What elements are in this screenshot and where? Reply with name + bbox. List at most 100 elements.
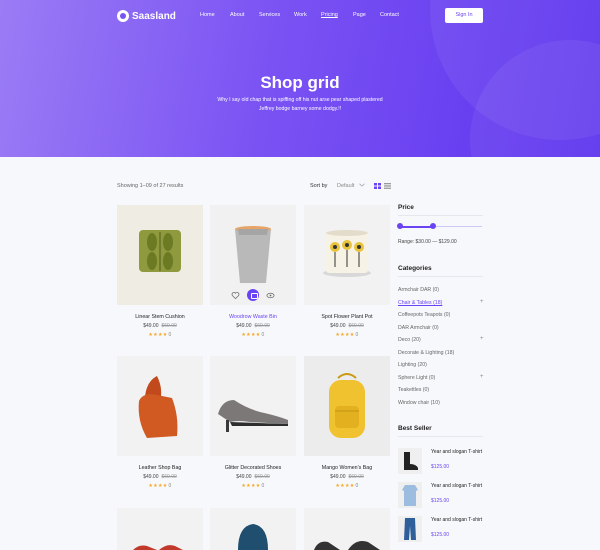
divider [398, 215, 483, 216]
expand-icon[interactable]: + [480, 299, 484, 305]
best-seller-title[interactable]: Year and slogan T-shirt [431, 449, 486, 456]
product-name[interactable]: Leather Shop Bag [117, 465, 203, 471]
category-item[interactable]: DAR Armchair (0) [398, 325, 439, 331]
best-seller-item[interactable]: Year and slogan T-shirt $125.00 [398, 516, 488, 544]
brand-name: Saasland [132, 10, 176, 22]
product-name[interactable]: Glitter Decorated Shoes [210, 465, 296, 471]
product-image[interactable] [304, 205, 390, 305]
nav-contact[interactable]: Contact [380, 12, 399, 18]
add-to-cart-button[interactable] [247, 289, 259, 301]
product-price: $49.00 $69.00 [143, 474, 177, 480]
red-shoe-image [133, 545, 183, 550]
results-count: Showing 1–09 of 27 results [117, 183, 184, 189]
category-item[interactable]: Decorate & Lighting (18) [398, 350, 454, 356]
price-range-text: Range: $30.00 — $129.00 [398, 239, 457, 245]
shirt-thumbnail [398, 482, 422, 508]
best-seller-title[interactable]: Year and slogan T-shirt [431, 517, 486, 524]
product-price: $49.00 $69.00 [330, 323, 364, 329]
product-rating: ★★★★0 [241, 483, 265, 489]
nav-services[interactable]: Services [259, 12, 280, 18]
product-image[interactable] [117, 356, 203, 456]
product-card[interactable]: Linear Stem Cushion $49.00 $69.00 ★★★★0 [117, 205, 203, 338]
sort-label: Sort by [310, 183, 328, 189]
price-slider-max-handle[interactable] [430, 223, 436, 229]
price-slider-min-handle[interactable] [397, 223, 403, 229]
cushion-image [139, 230, 181, 272]
price-heading: Price [398, 204, 414, 211]
category-item[interactable]: Deco (20) [398, 337, 421, 343]
plant-pot-image [323, 230, 371, 277]
product-image[interactable] [117, 508, 203, 550]
product-image[interactable] [210, 205, 296, 305]
category-item[interactable]: Sphere Light (0) [398, 375, 435, 381]
product-rating: ★★★★0 [148, 332, 172, 338]
divider [398, 276, 483, 277]
expand-icon[interactable]: + [480, 336, 484, 342]
product-card[interactable]: Leather Shop Bag $49.00 $69.00 ★★★★0 [117, 356, 203, 489]
product-card[interactable]: Spot Flower Plant Pot $49.00 $69.00 ★★★★0 [304, 205, 390, 338]
product-image[interactable] [304, 508, 390, 550]
category-item[interactable]: Teakettles (0) [398, 387, 429, 393]
category-item[interactable]: Window chair (10) [398, 400, 440, 406]
leather-bag-image [138, 376, 178, 438]
product-image[interactable] [304, 356, 390, 456]
backpack-image [329, 373, 365, 438]
best-seller-price: $125.00 [431, 532, 450, 538]
product-image[interactable] [117, 205, 203, 305]
product-name[interactable]: Spot Flower Plant Pot [304, 314, 390, 320]
divider [398, 436, 483, 437]
product-name[interactable]: Mango Women's Bag [304, 465, 390, 471]
top-navbar: Saasland Home About Services Work Pricin… [0, 0, 600, 32]
price-slider-range [400, 225, 433, 228]
product-image[interactable] [210, 508, 296, 550]
best-seller-title[interactable]: Year and slogan T-shirt [431, 483, 486, 490]
categories-heading: Categories [398, 265, 432, 272]
shop-content [0, 157, 600, 550]
expand-icon[interactable]: + [480, 374, 484, 380]
page-title: Shop grid [260, 73, 340, 92]
brand-logo[interactable]: Saasland [117, 10, 176, 22]
eye-icon[interactable] [266, 291, 275, 300]
product-rating: ★★★★0 [335, 483, 359, 489]
list-view-icon[interactable] [384, 183, 391, 189]
shoe-image [218, 400, 288, 432]
product-price: $49.00 $69.00 [236, 323, 270, 329]
product-card[interactable] [210, 508, 296, 550]
sign-in-button[interactable]: Sign In [445, 8, 483, 23]
chair-image [238, 524, 268, 550]
category-item[interactable]: Chair & Tables (18) [398, 300, 442, 306]
category-item[interactable]: Armchair DAR (0) [398, 287, 439, 293]
product-name[interactable]: Woodrow Waste Bin [210, 314, 296, 320]
sort-value: Default [337, 183, 355, 189]
best-seller-heading: Best Seller [398, 425, 432, 432]
boot-thumbnail [398, 448, 422, 474]
best-seller-price: $125.00 [431, 464, 450, 470]
nav-home[interactable]: Home [200, 12, 215, 18]
category-item[interactable]: Lighting (20) [398, 362, 427, 368]
nav-work[interactable]: Work [294, 12, 307, 18]
nav-page[interactable]: Page [353, 12, 366, 18]
nav-pricing[interactable]: Pricing [321, 12, 338, 18]
page-subtitle: Why I say old chap that is spiffing off … [217, 97, 383, 112]
heart-icon[interactable] [231, 291, 240, 300]
product-card[interactable] [117, 508, 203, 550]
chevron-down-icon [359, 183, 365, 187]
product-rating: ★★★★0 [241, 332, 265, 338]
product-image[interactable] [210, 356, 296, 456]
product-card[interactable] [304, 508, 390, 550]
product-actions [210, 289, 296, 301]
best-seller-item[interactable]: Year and slogan T-shirt $125.00 [398, 482, 488, 510]
product-card[interactable]: Glitter Decorated Shoes $49.00 $69.00 ★★★… [210, 356, 296, 489]
nav-about[interactable]: About [230, 12, 244, 18]
product-card[interactable]: Mango Women's Bag $49.00 $69.00 ★★★★0 [304, 356, 390, 489]
best-seller-item[interactable]: Year and slogan T-shirt $125.00 [398, 448, 488, 476]
best-seller-price: $125.00 [431, 498, 450, 504]
product-price: $49.00 $69.00 [236, 474, 270, 480]
sort-select[interactable]: Default [337, 183, 365, 189]
category-item[interactable]: Coffeepots Teapots (0) [398, 312, 450, 318]
product-card[interactable]: Woodrow Waste Bin $49.00 $69.00 ★★★★0 [210, 205, 296, 338]
product-rating: ★★★★0 [335, 332, 359, 338]
logo-icon [117, 10, 129, 22]
product-name[interactable]: Linear Stem Cushion [117, 314, 203, 320]
grid-view-icon[interactable] [374, 183, 381, 189]
